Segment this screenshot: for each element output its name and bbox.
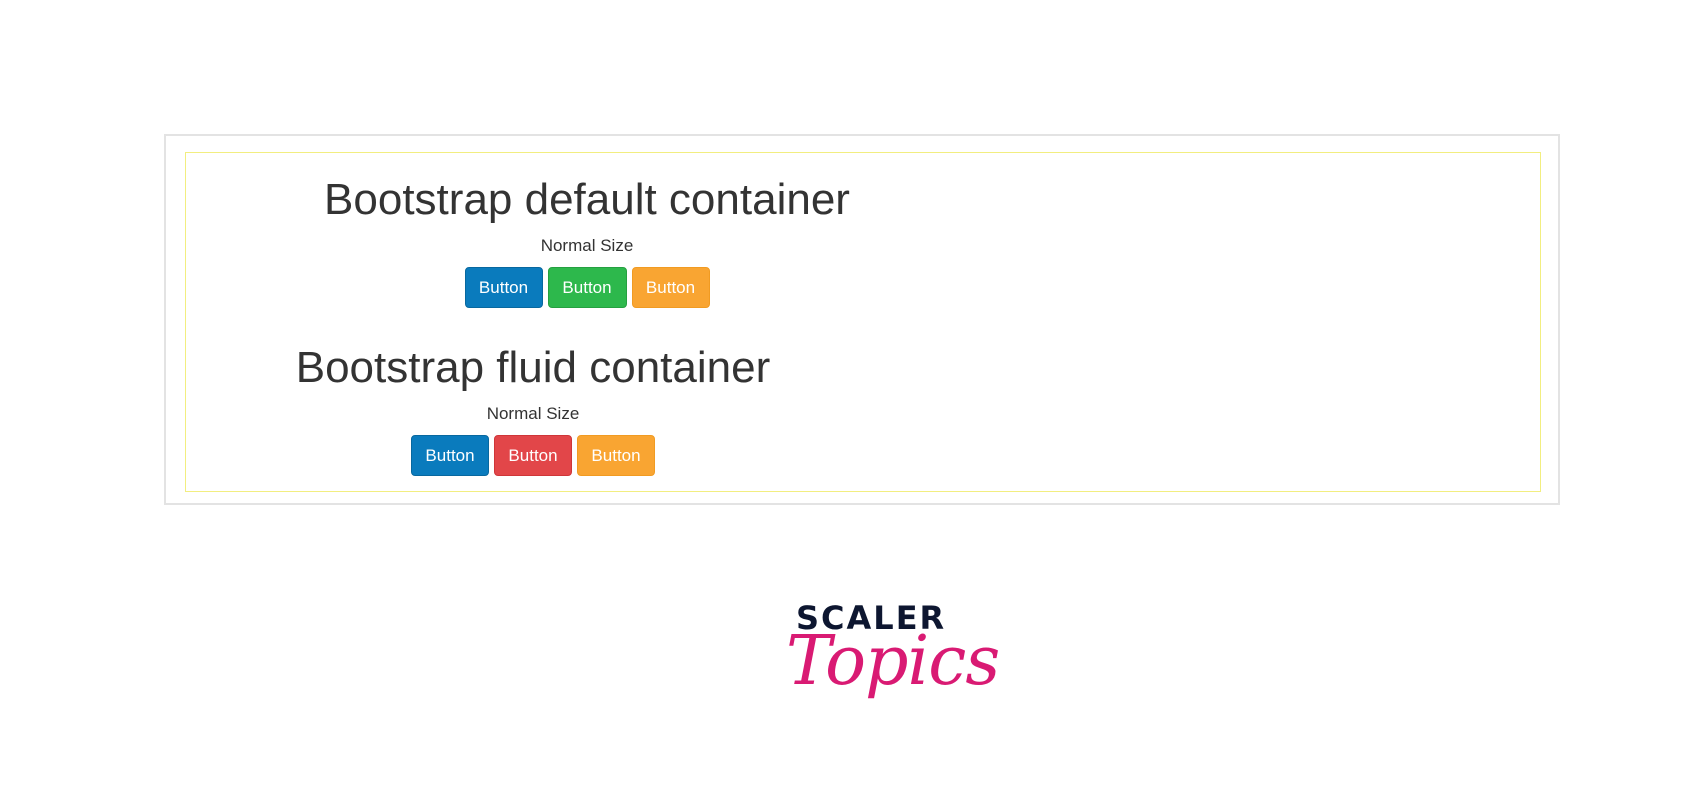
- default-warning-button[interactable]: Button: [631, 267, 710, 308]
- fluid-button-group: Button Button Button: [276, 435, 790, 476]
- fluid-container-subtitle: Normal Size: [486, 404, 580, 423]
- fluid-primary-button[interactable]: Button: [411, 435, 489, 476]
- scaler-topics-logo: SCALER Topics: [786, 598, 1000, 728]
- default-container-heading: Bootstrap default container: [324, 175, 850, 224]
- default-button-group: Button Button Button: [304, 267, 870, 308]
- fluid-container-heading: Bootstrap fluid container: [295, 343, 771, 392]
- logo-topics-text: Topics: [786, 622, 1000, 701]
- default-primary-button[interactable]: Button: [464, 267, 543, 308]
- fluid-container-section: Bootstrap fluid container Normal Size Bu…: [276, 340, 790, 476]
- default-container-subtitle: Normal Size: [540, 236, 634, 255]
- default-success-button[interactable]: Button: [547, 267, 627, 308]
- default-container-section: Bootstrap default container Normal Size …: [304, 172, 870, 308]
- fluid-danger-button[interactable]: Button: [494, 435, 572, 476]
- fluid-warning-button[interactable]: Button: [577, 435, 655, 476]
